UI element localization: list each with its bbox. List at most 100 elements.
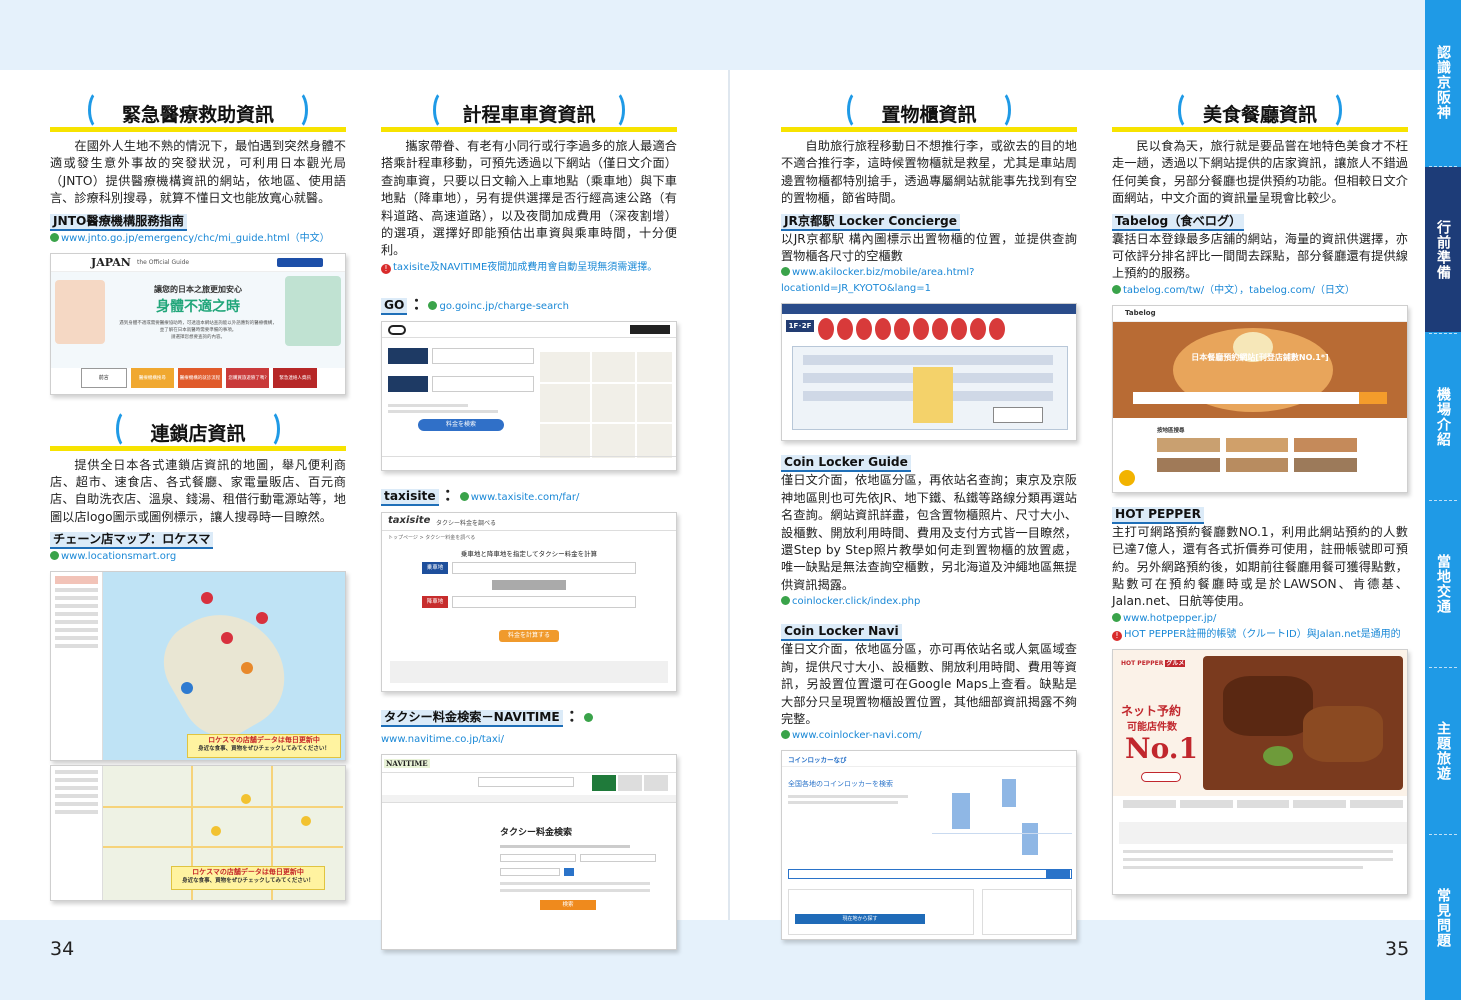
medical-title-block: 緊急醫療救助資訊 — [50, 86, 346, 132]
jnto-btn[interactable]: 緊急連絡人資訊 — [273, 367, 317, 388]
tabelog-search-bar[interactable] — [1133, 391, 1373, 404]
taxisite-label: taxisite — [381, 488, 439, 506]
chapter-tabs: 認識京阪神 行前準備 機場介紹 當地交通 主題旅遊 常見問題 — [1425, 0, 1461, 1000]
chain-label: チェーン店マップ：ロケスマ — [50, 532, 214, 550]
tab-theme-travel[interactable]: 主題旅遊 — [1425, 668, 1461, 833]
jnto-btn[interactable]: 醫療機構的就診流程 — [178, 367, 222, 388]
navi-illustration — [932, 773, 1072, 863]
chain-url[interactable]: www.locationsmart.org — [50, 549, 346, 565]
to-input[interactable] — [452, 595, 636, 608]
navi-logo: コインロッカーなび — [788, 756, 847, 765]
map-sidebar — [51, 766, 103, 901]
to-label: 降車地 — [422, 595, 448, 608]
tabelog-search-button[interactable] — [1359, 391, 1387, 404]
tab-preparation[interactable]: 行前準備 — [1425, 167, 1461, 332]
station-floor-map — [792, 346, 1068, 431]
title-underline — [1112, 127, 1408, 132]
section-title: 計程車車資資訊 — [462, 104, 596, 126]
taxi-title-block: 計程車車資資訊 — [381, 86, 677, 132]
language-select[interactable] — [277, 257, 323, 267]
locker-url-2[interactable]: coinlocker.click/index.php — [781, 594, 1077, 610]
chain-body: 提供全日本各式連鎖店資訊的地圖，舉凡便利商店、超市、速食店、各式餐廳、家電量販店… — [50, 457, 346, 524]
food-body: 民以食為天，旅行就是要品嘗在地特色美食才不枉走一趟，透過以下網站提供的店家資訊，… — [1112, 139, 1408, 206]
navi-search-input[interactable] — [788, 869, 1072, 880]
right-page: 置物櫃資訊 自助旅行旅程移動日不想推行李，或欲去的目的地不適合推行李，這時候置物… — [730, 70, 1425, 941]
jnto-screenshot: JAPAN the Official Guide 讓您的日本之旅更加安心 身體不… — [50, 252, 346, 395]
food-label-2: HOT PEPPER — [1112, 506, 1204, 524]
tabelog-hero: 日本餐廳預約網站[刊登店鋪數NO.1*] — [1113, 321, 1407, 418]
taxisite-url[interactable]: www.taxisite.com/far/ — [459, 491, 579, 503]
tab-airport[interactable]: 機場介紹 — [1425, 334, 1461, 499]
section-title: 美食餐廳資訊 — [1202, 104, 1317, 126]
navitime-search-button[interactable]: 検索 — [540, 899, 596, 910]
hp-logo: HOT PEPPER グルメ — [1121, 659, 1186, 667]
tabelog-area-grid — [1157, 437, 1357, 472]
food-title-block: 美食餐廳資訊 — [1112, 86, 1408, 132]
locker-label-2: Coin Locker Guide — [781, 455, 911, 473]
taxisite-calc-button[interactable]: 料金を計算する — [499, 629, 559, 642]
paren-right-icon — [286, 90, 308, 130]
paren-right-icon — [258, 408, 280, 449]
globe-icon — [428, 300, 438, 310]
jnto-logo: JAPAN — [91, 255, 131, 269]
floor-badge: 1F･2F — [786, 320, 814, 333]
jnto-headline: 身體不適之時 — [156, 298, 240, 315]
paren-right-icon — [1320, 90, 1342, 130]
tab-understanding-keihanshin[interactable]: 認識京阪神 — [1425, 0, 1461, 165]
jnto-btn[interactable]: 醫療機構搜尋 — [130, 367, 175, 388]
bottom-band — [0, 920, 1425, 1000]
go-screenshot: 料金を検索 — [381, 320, 677, 471]
globe-icon — [50, 551, 59, 561]
navitime-search-input[interactable] — [478, 776, 574, 787]
locasmart-map-city: ロケスマの店舗データは毎日更新中 身近な食事、買物をぜひチェックしてみてください… — [50, 765, 346, 902]
jnto-desc: 遇到身體不適或需要醫療協助時，可透過本網站查詢能以外語應對的醫療機構， 並了解在日… — [119, 320, 277, 340]
hp-detail-button[interactable] — [1141, 771, 1181, 782]
globe-icon — [1112, 284, 1121, 294]
locker-title-block: 置物櫃資訊 — [781, 86, 1077, 132]
coinlocker-navi-screenshot: コインロッカーなび 全国各地のコインロッカーを検索 現在地から探す — [781, 750, 1077, 941]
locker-body: 自助旅行旅程移動日不想推行李，或欲去的目的地不適合推行李，這時候置物櫃就是救星，… — [781, 139, 1077, 206]
title-underline — [781, 127, 1077, 132]
locker-url-1[interactable]: www.akilocker.biz/mobile/area.html?locat… — [781, 265, 1077, 297]
taxisite-logo: taxisite — [388, 514, 431, 526]
globe-icon — [781, 596, 790, 606]
navitime-heading: タクシー料金検索 — [500, 827, 573, 838]
locker-url-3[interactable]: www.coinlocker-navi.com/ — [781, 728, 1077, 744]
food-section: 美食餐廳資訊 民以食為天，旅行就是要品嘗在地特色美食才不枉走一趟，透過以下網站提… — [1112, 86, 1408, 905]
swap-button[interactable] — [492, 579, 566, 590]
title-underline — [50, 445, 346, 451]
tab-local-transport[interactable]: 當地交通 — [1425, 501, 1461, 666]
jnto-btn[interactable]: 前言 — [81, 367, 127, 388]
taxi-note: ! taxisite及NAVITIME夜間加成費用會自動呈現無須需選擇。 — [381, 260, 677, 276]
taxisite-screenshot: taxisite タクシー料金を調べる トップページ > タクシー料金を調べる … — [381, 511, 677, 692]
globe-icon — [781, 267, 790, 277]
navi-heading: 全国各地のコインロッカーを検索 — [788, 780, 893, 789]
food-label-1: Tabelog（食べログ） — [1112, 213, 1245, 231]
tabelog-screenshot: Tabelog 日本餐廳預約網站[刊登店鋪數NO.1*] 按地區搜尋 — [1112, 304, 1408, 493]
hp-catch-2: 可能店件数 — [1127, 721, 1177, 733]
tab-faq[interactable]: 常見問題 — [1425, 835, 1461, 1000]
left-page: 緊急醫療救助資訊 在國外人生地不熟的情況下，最怕遇到突然身體不適或發生意外事故的… — [0, 70, 728, 950]
from-input[interactable] — [452, 561, 636, 574]
jnto-logo-sub: the Official Guide — [137, 258, 190, 266]
kyoto-locker-screenshot: 1F･2F — [781, 303, 1077, 442]
globe-icon — [583, 712, 593, 722]
map-sidebar — [51, 572, 103, 761]
jnto-btn[interactable]: 您購買旅遊險了嗎? — [225, 367, 270, 388]
tabelog-logo: Tabelog — [1125, 308, 1156, 317]
go-label: GO — [381, 297, 408, 315]
food-url-2[interactable]: www.hotpepper.jp/ — [1112, 611, 1408, 627]
navi-locate-button[interactable]: 現在地から探す — [795, 914, 925, 925]
medical-url[interactable]: www.jnto.go.jp/emergency/chc/mi_guide.ht… — [50, 231, 346, 247]
locker-body-1: 以JR京都駅 構內圖標示出置物櫃的位置，並提供查詢置物櫃各尺寸的空櫃數 — [781, 231, 1077, 264]
medical-label: JNTO醫療機構服務指南 — [50, 213, 187, 231]
go-search-button[interactable]: 料金を検索 — [418, 418, 504, 431]
hp-catch: ネット予約 — [1121, 703, 1182, 718]
globe-icon — [459, 491, 469, 501]
locasmart-map-japan: ロケスマの店舗データは毎日更新中 身近な食事、買物をぜひチェックしてみてください… — [50, 571, 346, 762]
tabelog-headline: 日本餐廳預約網站[刊登店鋪數NO.1*] — [1191, 352, 1329, 362]
go-url[interactable]: go.goinc.jp/charge-search — [428, 300, 569, 312]
hp-no1: No.1 — [1125, 731, 1199, 765]
food-url-1[interactable]: tabelog.com/tw/（中文），tabelog.com/（日文） — [1112, 283, 1408, 299]
locker-section: 置物櫃資訊 自助旅行旅程移動日不想推行李，或欲去的目的地不適合推行李，這時候置物… — [781, 86, 1077, 950]
